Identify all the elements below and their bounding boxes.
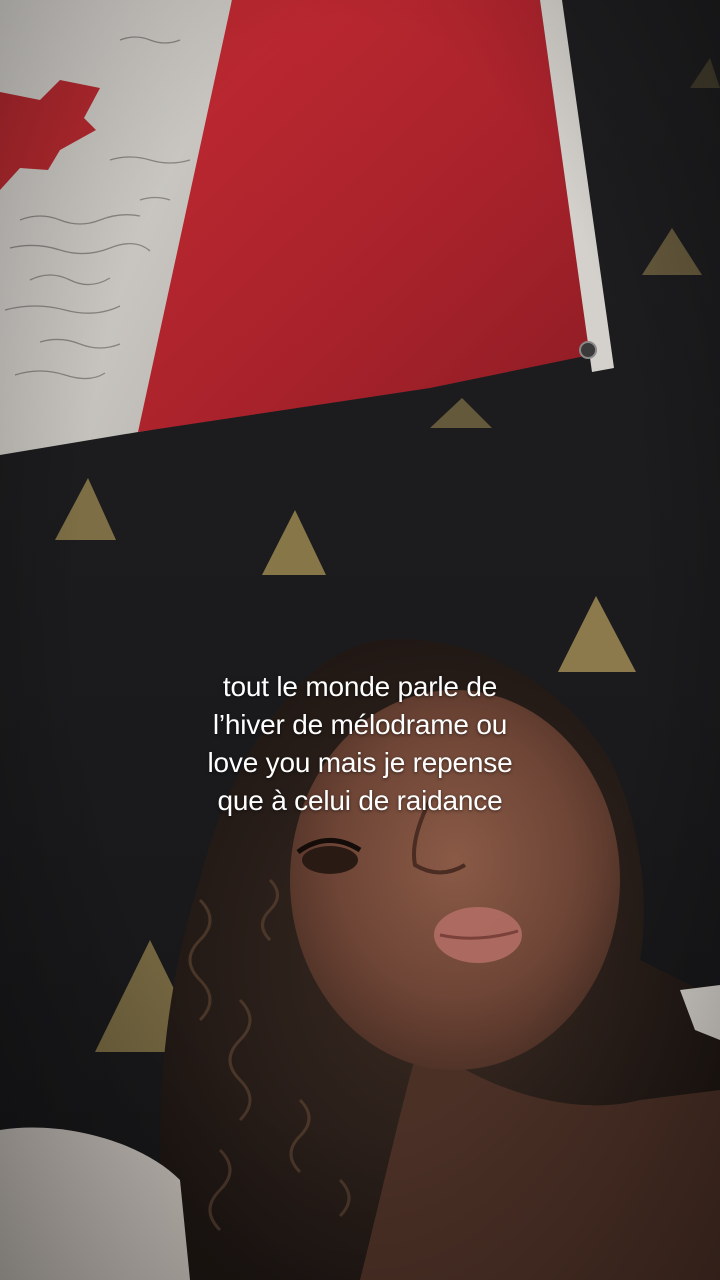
eye	[302, 846, 358, 874]
caption-line: tout le monde parle de	[222, 671, 498, 702]
video-caption: tout le monde parle de l’hiver de mélodr…	[110, 668, 610, 820]
video-frame[interactable]: tout le monde parle de l’hiver de mélodr…	[0, 0, 720, 1280]
caption-line: que à celui de raidance	[217, 785, 503, 816]
caption-line: love you mais je repense	[207, 747, 513, 778]
caption-line: l’hiver de mélodrame ou	[212, 709, 508, 740]
person-selfie	[0, 639, 720, 1280]
